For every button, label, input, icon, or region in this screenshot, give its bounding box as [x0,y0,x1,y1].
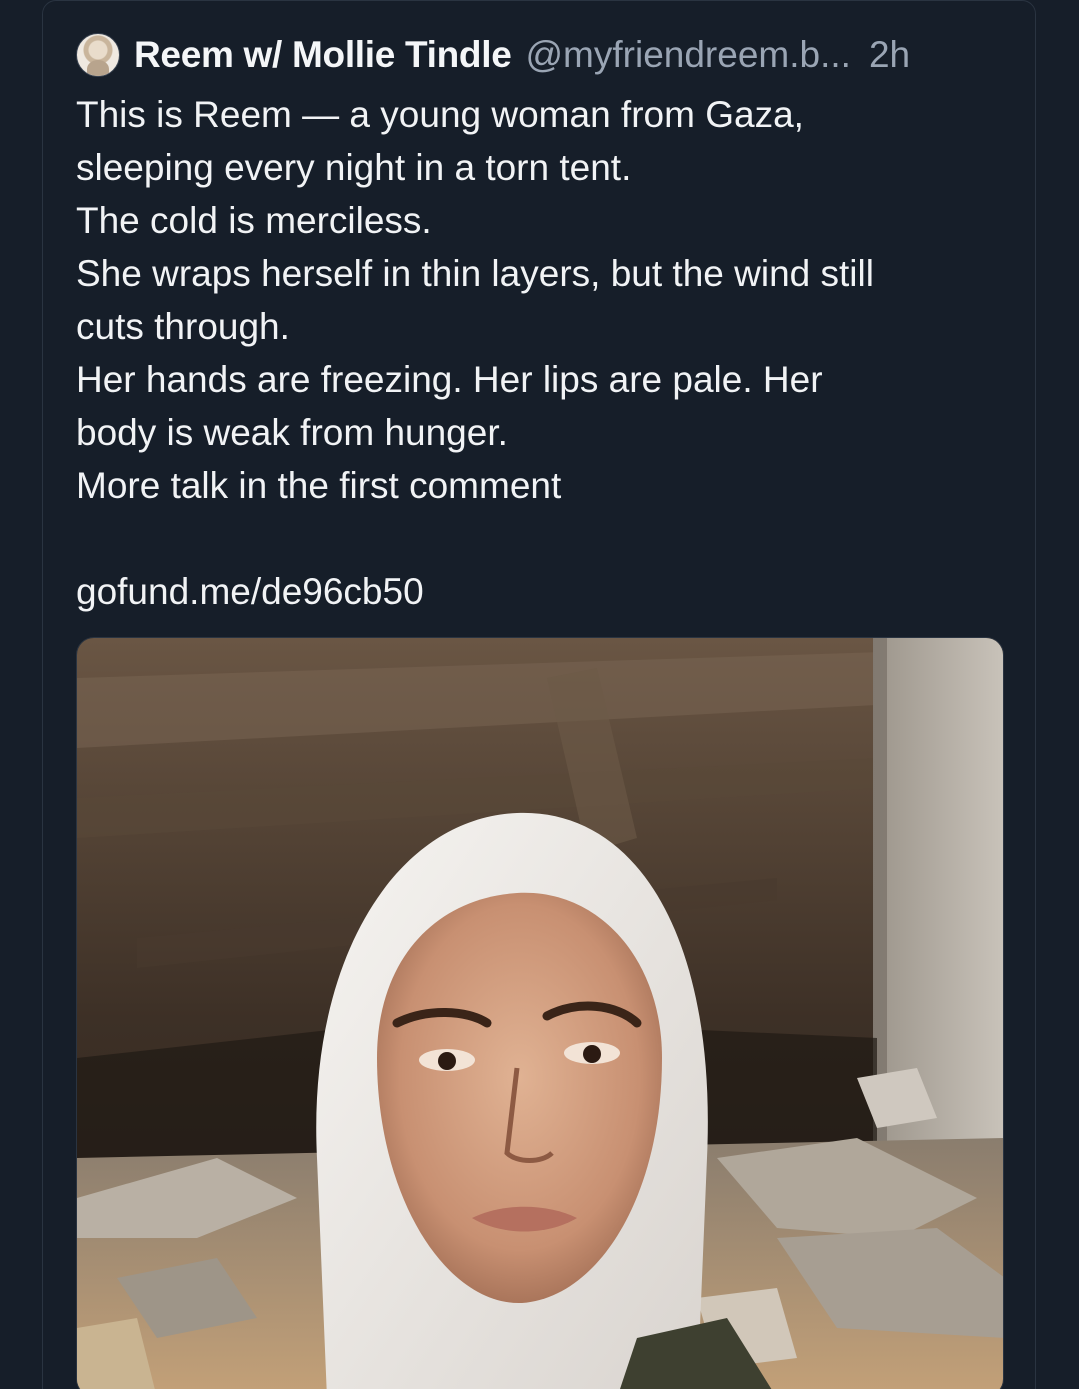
post-text-line: The cold is merciless. [76,200,432,241]
post-text-line: This is Reem — a young woman from Gaza, [76,94,804,135]
post-text: This is Reem — a young woman from Gaza, … [76,88,1016,618]
post-photo-icon [77,638,1003,1389]
post-text-line: sleeping every night in a torn tent. [76,147,632,188]
post-text-line: More talk in the first comment [76,465,562,506]
post-timestamp[interactable]: 2h [869,34,910,76]
user-avatar-icon[interactable] [76,33,120,77]
post-text-spacer [76,512,1016,565]
post-image[interactable] [76,637,1004,1389]
post-text-line: She wraps herself in thin layers, but th… [76,253,874,294]
post-header: Reem w/ Mollie Tindle @myfriendreem.b...… [76,32,1006,78]
author-handle[interactable]: @myfriendreem.b... [526,34,851,76]
author-display-name[interactable]: Reem w/ Mollie Tindle [134,34,512,76]
post-text-line: cuts through. [76,306,290,347]
post-text-line: body is weak from hunger. [76,412,508,453]
fundraiser-link[interactable]: gofund.me/de96cb50 [76,565,1016,618]
post-text-line: Her hands are freezing. Her lips are pal… [76,359,823,400]
